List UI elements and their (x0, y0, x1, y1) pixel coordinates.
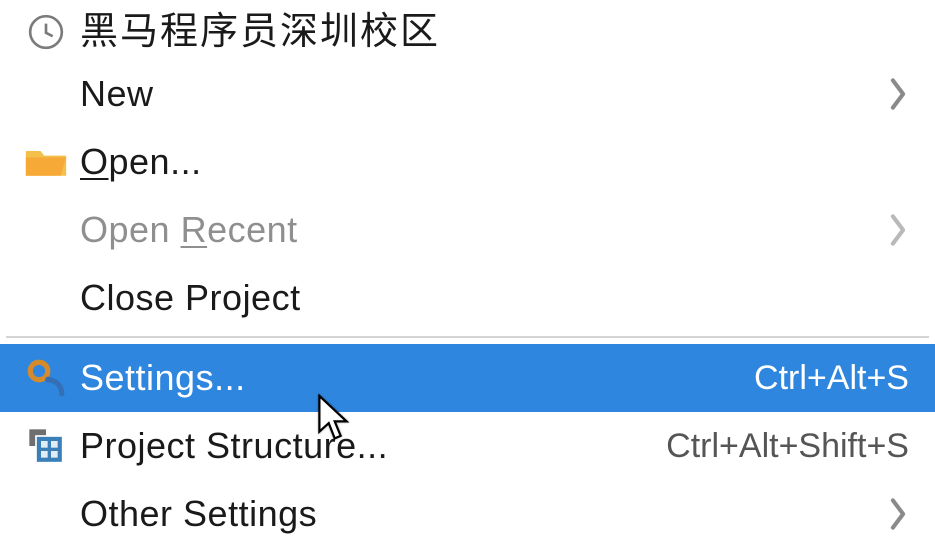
chevron-right-icon (887, 213, 909, 247)
menu-item-label: Project Structure... (80, 428, 666, 464)
file-menu: 黑马程序员深圳校区 New Open... Open Recent Close … (0, 0, 935, 558)
menu-item-settings[interactable]: Settings... Ctrl+Alt+S (0, 344, 935, 412)
menu-item-shortcut: Ctrl+Alt+S (754, 361, 909, 395)
chevron-right-icon (887, 77, 909, 111)
menu-item-open[interactable]: Open... (0, 128, 935, 196)
menu-item-project-structure[interactable]: Project Structure... Ctrl+Alt+Shift+S (0, 412, 935, 480)
clock-icon (12, 0, 80, 66)
blank-icon (12, 480, 80, 548)
chevron-right-icon (887, 497, 909, 531)
menu-item-open-recent[interactable]: Open Recent (0, 196, 935, 264)
menu-item-recent-project[interactable]: 黑马程序员深圳校区 (0, 4, 935, 60)
menu-item-other-settings[interactable]: Other Settings (0, 480, 935, 548)
menu-item-label: Open... (80, 144, 909, 180)
menu-divider (6, 336, 929, 338)
settings-icon (12, 344, 80, 412)
menu-item-label: Open Recent (80, 212, 887, 248)
menu-item-label: New (80, 76, 887, 112)
blank-icon (12, 264, 80, 332)
menu-item-label: Settings... (80, 360, 754, 396)
menu-item-label: Close Project (80, 280, 909, 316)
menu-item-label: Other Settings (80, 496, 887, 532)
menu-item-new[interactable]: New (0, 60, 935, 128)
blank-icon (12, 60, 80, 128)
menu-item-label: 黑马程序员深圳校区 (80, 13, 909, 51)
project-structure-icon (12, 412, 80, 480)
menu-item-shortcut: Ctrl+Alt+Shift+S (666, 429, 909, 463)
blank-icon (12, 196, 80, 264)
folder-icon (12, 128, 80, 196)
menu-item-close-project[interactable]: Close Project (0, 264, 935, 332)
